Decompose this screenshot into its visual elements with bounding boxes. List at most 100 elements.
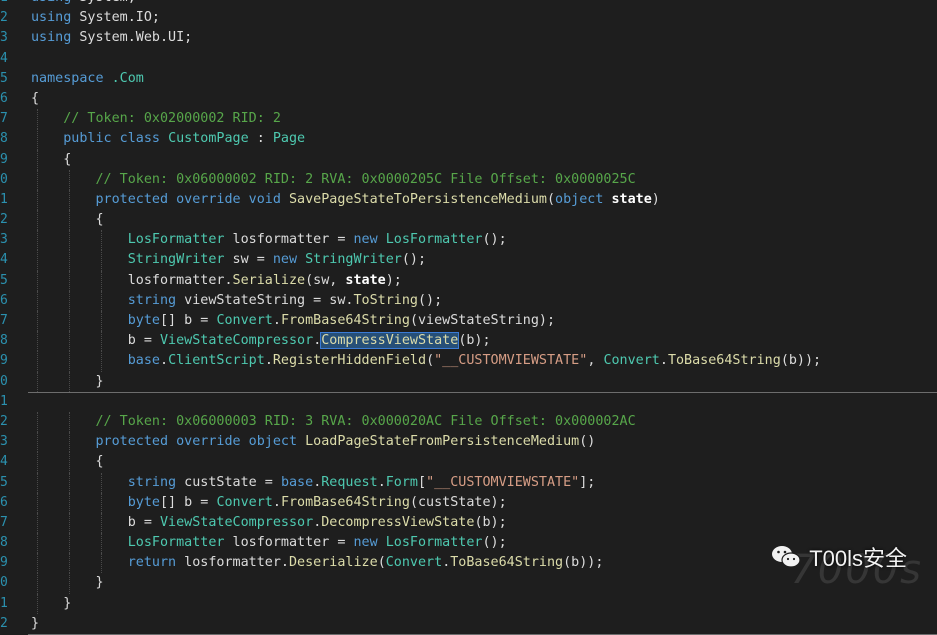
code-line[interactable]: 3 LosFormatter losformatter = new LosFor…: [0, 230, 937, 251]
code-token: // Token: 0x02000002 RID: 2: [63, 111, 281, 127]
code-line[interactable]: 1 }: [0, 593, 937, 614]
code-token: state: [345, 272, 386, 288]
line-number: 9: [0, 555, 8, 571]
code-token: LoadPageStateFromPersistenceMedium: [305, 434, 580, 450]
code-token: (b);: [458, 333, 491, 349]
code-token: :: [248, 131, 273, 147]
code-editor[interactable]: 1 using System; 2 using System.IO; 3 using Sy…: [0, 0, 937, 635]
code-token: .: [160, 353, 169, 369]
code-line[interactable]: 4: [0, 49, 937, 69]
code-line[interactable]: 5 namespace .Com: [0, 69, 937, 89]
code-line[interactable]: 2 {: [0, 210, 937, 231]
code-line[interactable]: 8 b = ViewStateCompressor.CompressViewSt…: [0, 331, 937, 352]
code-token: (: [426, 353, 435, 369]
line-number: 2: [0, 413, 8, 429]
line-number: 4: [0, 252, 8, 268]
code-token: byte: [127, 313, 160, 328]
code-token: Deserialize: [289, 555, 378, 571]
code-token: "__CUSTOMVIEWSTATE": [426, 474, 580, 490]
code-token: ViewStateCompressor: [160, 333, 314, 349]
code-token: {: [31, 454, 104, 470]
wechat-icon: [772, 546, 801, 568]
code-token: }: [31, 595, 72, 611]
code-line[interactable]: 7 byte[] b = Convert.FromBase64String(vi…: [0, 311, 937, 332]
code-line[interactable]: 0 }: [0, 371, 937, 393]
line-number: 8: [0, 131, 8, 147]
code-token: (custState);: [409, 494, 507, 510]
code-line[interactable]: 7 b = ViewStateCompressor.DecompressView…: [0, 512, 937, 534]
code-line[interactable]: 4 StringWriter sw = new StringWriter();: [0, 250, 937, 271]
code-token: Page: [272, 131, 306, 147]
line-number: 8: [0, 535, 8, 551]
code-token: using: [31, 30, 72, 46]
code-line[interactable]: 0 // Token: 0x06000002 RID: 2 RVA: 0x000…: [0, 169, 937, 190]
code-text: {: [31, 89, 39, 109]
code-text: {: [31, 150, 71, 170]
code-line[interactable]: 2 // Token: 0x06000003 RID: 3 RVA: 0x000…: [0, 411, 937, 433]
code-text: protected override object LoadPageStateF…: [31, 432, 596, 452]
code-token: (): [579, 434, 596, 450]
code-token: .: [264, 353, 273, 369]
code-line[interactable]: 1: [0, 392, 937, 412]
code-line[interactable]: 6{: [0, 89, 937, 109]
line-number: 0: [0, 373, 8, 389]
line-number: 0: [0, 575, 8, 591]
code-token: ): [651, 191, 660, 207]
code-token: base: [127, 353, 160, 369]
code-line[interactable]: 3 protected override object LoadPageStat…: [0, 432, 937, 453]
code-token: protected override void: [95, 191, 281, 207]
code-line[interactable]: 9 base.ClientScript.RegisterHiddenField(…: [0, 351, 937, 372]
code-text: byte[] b = Convert.FromBase64String(view…: [31, 311, 555, 331]
line-number: 8: [0, 333, 8, 349]
code-line[interactable]: 9 {: [0, 149, 937, 170]
code-line[interactable]: 2 using System.IO;: [0, 8, 937, 28]
code-token: ViewStateCompressor: [160, 514, 314, 530]
code-text: {: [31, 452, 104, 472]
code-token: using: [31, 0, 71, 5]
code-line[interactable]: 6 byte[] b = Convert.FromBase64String(cu…: [0, 492, 937, 513]
code-line[interactable]: 5 string custState = base.Request.Form["…: [0, 472, 937, 493]
line-number: 5: [0, 272, 8, 288]
code-token: .: [659, 353, 668, 369]
code-token: namespace: [31, 70, 104, 86]
line-number: 2: [0, 615, 8, 631]
code-line[interactable]: 1 using System;: [0, 0, 937, 8]
code-line[interactable]: 2}: [0, 614, 937, 635]
code-line[interactable]: 8 public class CustomPage : Page: [0, 129, 937, 150]
code-line[interactable]: 3 using System.Web.UI;: [0, 28, 937, 48]
code-token: (b));: [563, 555, 604, 571]
code-text: using System.IO;: [31, 8, 160, 28]
code-token: ();: [482, 535, 507, 551]
watermark: T00ls安全: [771, 541, 907, 573]
code-line[interactable]: 5 losformatter.Serialize(sw, state);: [0, 270, 937, 291]
code-token: StringWriter: [305, 252, 402, 268]
code-token: LosFormatter: [127, 535, 225, 551]
line-number: 1: [0, 191, 8, 207]
code-line[interactable]: 1 protected override void SavePageStateT…: [0, 189, 937, 211]
code-token: string: [127, 474, 177, 490]
line-number: 1: [0, 595, 8, 611]
code-token: SavePageStateToPersistenceMedium: [289, 191, 547, 207]
code-line[interactable]: 4 {: [0, 452, 937, 473]
code-text: LosFormatter losformatter = new LosForma…: [31, 230, 507, 250]
code-token: sw =: [224, 252, 273, 268]
line-number: 3: [0, 434, 8, 450]
code-line[interactable]: 7 // Token: 0x02000002 RID: 2: [0, 109, 937, 130]
code-token: Convert: [216, 313, 273, 328]
code-text: {: [31, 210, 103, 230]
code-token: ToString: [353, 292, 419, 308]
line-number: 3: [0, 30, 8, 46]
code-line[interactable]: 6 string viewStateString = sw.ToString()…: [0, 290, 937, 311]
code-token: state: [611, 191, 652, 207]
code-text: string viewStateString = sw.ToString();: [31, 291, 442, 311]
